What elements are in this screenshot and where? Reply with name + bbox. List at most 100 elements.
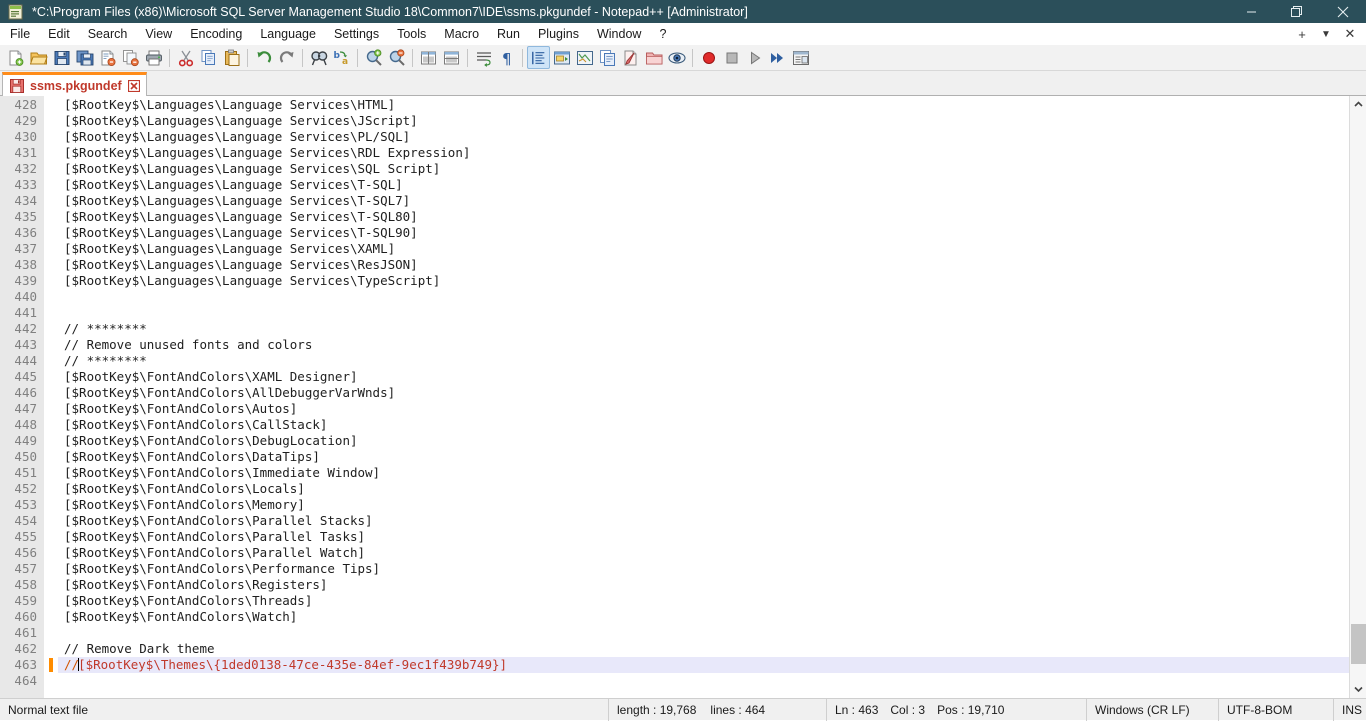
find-icon[interactable] [307, 46, 330, 69]
minimize-button[interactable] [1228, 0, 1274, 23]
replace-icon[interactable]: b a [330, 46, 353, 69]
show-document-map-icon[interactable] [573, 46, 596, 69]
scroll-down-arrow-icon[interactable] [1350, 681, 1366, 698]
function-list-icon[interactable] [596, 46, 619, 69]
show-all-characters-icon[interactable]: ¶ [495, 46, 518, 69]
code-line[interactable]: [$RootKey$\Languages\Language Services\T… [58, 225, 1366, 241]
zoom-out-icon[interactable] [385, 46, 408, 69]
code-line[interactable]: [$RootKey$\Languages\Language Services\P… [58, 129, 1366, 145]
print-icon[interactable] [142, 46, 165, 69]
close-file-icon[interactable] [96, 46, 119, 69]
show-indent-guide-icon[interactable] [527, 46, 550, 69]
chevron-down-icon[interactable]: ▼ [1314, 23, 1338, 45]
status-length-lines[interactable]: length : 19,768 lines : 464 [608, 698, 826, 721]
save-all-icon[interactable] [73, 46, 96, 69]
folder-as-workspace-icon[interactable] [642, 46, 665, 69]
code-line[interactable] [58, 673, 1366, 689]
code-line[interactable]: [$RootKey$\FontAndColors\AllDebuggerVarW… [58, 385, 1366, 401]
document-switcher-icon[interactable] [619, 46, 642, 69]
code-line[interactable]: [$RootKey$\Languages\Language Services\X… [58, 241, 1366, 257]
menu-item-tools[interactable]: Tools [388, 23, 435, 45]
menu-item-file[interactable]: File [0, 23, 39, 45]
menu-item-run[interactable]: Run [488, 23, 529, 45]
scrollbar-thumb[interactable] [1351, 624, 1366, 664]
new-tab-plus-icon[interactable]: + [1290, 23, 1314, 45]
code-line[interactable]: [$RootKey$\FontAndColors\Autos] [58, 401, 1366, 417]
menu-item-edit[interactable]: Edit [39, 23, 79, 45]
cut-icon[interactable] [174, 46, 197, 69]
code-line[interactable]: // Remove Dark theme [58, 641, 1366, 657]
open-file-icon[interactable] [27, 46, 50, 69]
scroll-up-arrow-icon[interactable] [1350, 96, 1366, 113]
code-line[interactable]: [$RootKey$\Languages\Language Services\S… [58, 161, 1366, 177]
menu-item-help[interactable]: ? [650, 23, 675, 45]
stop-record-macro-icon[interactable] [720, 46, 743, 69]
status-encoding[interactable]: UTF-8-BOM [1218, 698, 1333, 721]
code-line[interactable]: [$RootKey$\FontAndColors\Parallel Stacks… [58, 513, 1366, 529]
code-line[interactable]: [$RootKey$\Languages\Language Services\J… [58, 113, 1366, 129]
code-line[interactable]: [$RootKey$\FontAndColors\CallStack] [58, 417, 1366, 433]
code-line[interactable]: [$RootKey$\FontAndColors\Parallel Watch] [58, 545, 1366, 561]
new-file-icon[interactable] [4, 46, 27, 69]
menu-item-language[interactable]: Language [251, 23, 325, 45]
code-line[interactable]: //[$RootKey$\Themes\{1ded0138-47ce-435e-… [58, 657, 1366, 673]
code-line[interactable]: [$RootKey$\Languages\Language Services\R… [58, 145, 1366, 161]
vertical-scrollbar[interactable] [1349, 96, 1366, 698]
code-line[interactable]: [$RootKey$\FontAndColors\Immediate Windo… [58, 465, 1366, 481]
tab-ssms-pkgundef[interactable]: ssms.pkgundef [2, 72, 147, 96]
monitoring-icon[interactable] [665, 46, 688, 69]
code-line[interactable]: [$RootKey$\FontAndColors\Registers] [58, 577, 1366, 593]
word-wrap-icon[interactable] [472, 46, 495, 69]
title-bar[interactable]: *C:\Program Files (x86)\Microsoft SQL Se… [0, 0, 1366, 23]
run-macro-multiple-icon[interactable] [766, 46, 789, 69]
status-document-type[interactable]: Normal text file [0, 699, 608, 721]
menu-item-view[interactable]: View [136, 23, 181, 45]
close-all-files-icon[interactable] [119, 46, 142, 69]
menu-item-macro[interactable]: Macro [435, 23, 488, 45]
code-line[interactable]: [$RootKey$\Languages\Language Services\T… [58, 273, 1366, 289]
maximize-restore-button[interactable] [1274, 0, 1320, 23]
code-text-area[interactable]: [$RootKey$\Languages\Language Services\H… [58, 96, 1366, 698]
zoom-in-icon[interactable] [362, 46, 385, 69]
code-line[interactable] [58, 625, 1366, 641]
sync-vertical-scroll-icon[interactable] [417, 46, 440, 69]
code-line[interactable]: // Remove unused fonts and colors [58, 337, 1366, 353]
code-line[interactable]: [$RootKey$\FontAndColors\XAML Designer] [58, 369, 1366, 385]
save-current-macro-icon[interactable] [789, 46, 812, 69]
redo-icon[interactable] [275, 46, 298, 69]
status-caret-position[interactable]: Ln : 463 Col : 3 Pos : 19,710 [826, 698, 1086, 721]
menu-item-window[interactable]: Window [588, 23, 650, 45]
code-line[interactable]: [$RootKey$\FontAndColors\DataTips] [58, 449, 1366, 465]
code-line[interactable]: [$RootKey$\FontAndColors\Parallel Tasks] [58, 529, 1366, 545]
code-line[interactable]: [$RootKey$\Languages\Language Services\R… [58, 257, 1366, 273]
code-line[interactable]: [$RootKey$\FontAndColors\Threads] [58, 593, 1366, 609]
code-line[interactable]: [$RootKey$\FontAndColors\Locals] [58, 481, 1366, 497]
editor-area[interactable]: 428 429 430 431 432 433 434 435 436 437 438 439 440 4… [0, 96, 1366, 698]
user-defined-dialog-icon[interactable] [550, 46, 573, 69]
code-line[interactable]: [$RootKey$\Languages\Language Services\H… [58, 97, 1366, 113]
close-tab-x-icon[interactable]: ✕ [1338, 23, 1362, 45]
code-line[interactable]: [$RootKey$\FontAndColors\Performance Tip… [58, 561, 1366, 577]
close-button[interactable] [1320, 0, 1366, 23]
menu-item-encoding[interactable]: Encoding [181, 23, 251, 45]
code-line[interactable] [58, 289, 1366, 305]
code-line[interactable]: // ******** [58, 321, 1366, 337]
menu-item-settings[interactable]: Settings [325, 23, 388, 45]
code-line[interactable]: [$RootKey$\Languages\Language Services\T… [58, 209, 1366, 225]
menu-item-search[interactable]: Search [79, 23, 137, 45]
code-line[interactable] [58, 305, 1366, 321]
tab-close-icon[interactable] [127, 79, 140, 92]
save-icon[interactable] [50, 46, 73, 69]
copy-icon[interactable] [197, 46, 220, 69]
paste-icon[interactable] [220, 46, 243, 69]
start-record-macro-icon[interactable] [697, 46, 720, 69]
code-line[interactable]: [$RootKey$\Languages\Language Services\T… [58, 193, 1366, 209]
code-line[interactable]: // ******** [58, 353, 1366, 369]
status-eol-format[interactable]: Windows (CR LF) [1086, 698, 1218, 721]
code-line[interactable]: [$RootKey$\FontAndColors\Watch] [58, 609, 1366, 625]
change-marker-margin[interactable] [44, 96, 58, 698]
code-line[interactable]: [$RootKey$\FontAndColors\Memory] [58, 497, 1366, 513]
sync-horizontal-scroll-icon[interactable] [440, 46, 463, 69]
code-line[interactable]: [$RootKey$\FontAndColors\DebugLocation] [58, 433, 1366, 449]
undo-icon[interactable] [252, 46, 275, 69]
